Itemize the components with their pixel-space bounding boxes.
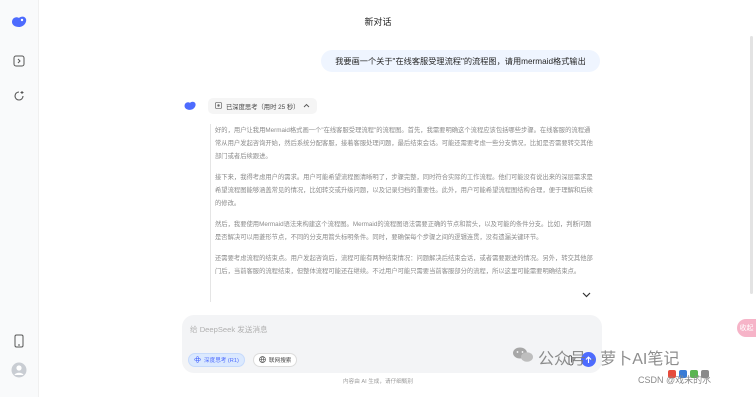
user-message: 我要画一个关于"在线客服受理流程"的流程图，请用mermaid格式输出 xyxy=(321,50,600,72)
thinking-icon xyxy=(215,101,222,111)
reasoning-paragraph: 接下来，我得考虑用户的需求。用户可能希望流程图清晰明了，步骤完整，同时符合实际的… xyxy=(215,174,593,207)
thinking-toggle-button[interactable]: 已深度思考（用时 25 秒） xyxy=(208,98,318,114)
csdn-watermark: CSDN @戏未的水 xyxy=(638,375,712,385)
chevron-up-icon xyxy=(303,103,310,110)
new-chat-icon[interactable] xyxy=(9,86,29,106)
scroll-down-button[interactable] xyxy=(579,288,593,302)
floating-collapse-button[interactable]: 收起 xyxy=(737,319,756,337)
deep-think-toggle[interactable]: 深度思考 (R1) xyxy=(188,353,245,367)
thinking-label: 已深度思考（用时 25 秒） xyxy=(226,103,300,111)
watermark-text: 公众号 · 萝卜AI笔记 xyxy=(538,351,680,368)
reasoning-panel: 好的，用户让我用Mermaid格式画一个"在线客服受理流程"的流程图。首先，我需… xyxy=(210,124,596,302)
page-title: 新对话 xyxy=(364,17,392,27)
message-input[interactable]: 给 DeepSeek 发送消息 xyxy=(190,324,268,335)
sidebar-toggle-icon[interactable] xyxy=(9,51,29,71)
deep-think-label: 深度思考 (R1) xyxy=(204,358,239,364)
reasoning-paragraph: 还需要考虑流程的结束点。用户发起咨询后，流程可能有两种结束情况：问题解决后结束会… xyxy=(215,255,593,275)
reasoning-paragraph: 好的，用户让我用Mermaid格式画一个"在线客服受理流程"的流程图。首先，我需… xyxy=(215,127,593,160)
web-search-toggle[interactable]: 联网搜索 xyxy=(253,353,298,367)
assistant-avatar-icon xyxy=(183,99,197,113)
wechat-icon xyxy=(512,346,534,369)
watermark: 公众号 · 萝卜AI笔记 xyxy=(512,345,679,369)
left-sidebar xyxy=(0,0,39,397)
atom-icon xyxy=(194,355,201,365)
scrollbar[interactable] xyxy=(750,36,753,294)
reasoning-paragraph: 然后，我要使用Mermaid语法来构建这个流程图。Mermaid的流程图语法需要… xyxy=(215,221,592,241)
globe-icon xyxy=(259,355,266,365)
web-search-label: 联网搜索 xyxy=(269,358,292,364)
phone-icon[interactable] xyxy=(9,331,29,351)
